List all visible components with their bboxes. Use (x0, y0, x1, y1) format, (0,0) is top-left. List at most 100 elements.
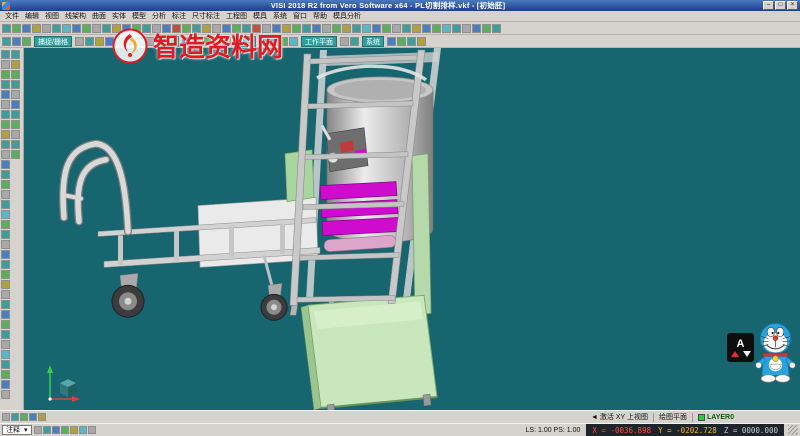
menu-item[interactable]: 尺寸标注 (189, 11, 223, 21)
toolbar-icon[interactable] (102, 24, 111, 33)
toolbar-icon[interactable] (1, 130, 10, 139)
toolbar-icon[interactable] (11, 60, 20, 69)
toolbar-icon[interactable] (22, 37, 31, 46)
toolbar-icon[interactable] (482, 24, 491, 33)
toolbar-icon[interactable] (135, 37, 144, 46)
toolbar-icon[interactable] (22, 24, 31, 33)
toolbar-icon[interactable] (222, 24, 231, 33)
toolbar-icon[interactable] (1, 200, 10, 209)
toolbar-icon[interactable] (1, 110, 10, 119)
toolbar-icon[interactable] (2, 24, 11, 33)
toolbar-icon[interactable] (432, 24, 441, 33)
toolbar-icon[interactable] (1, 270, 10, 279)
toolbar-icon[interactable] (392, 24, 401, 33)
toolbar-icon[interactable] (192, 37, 201, 46)
toolbar-icon[interactable] (11, 150, 20, 159)
toolbar-icon[interactable] (12, 24, 21, 33)
menu-item[interactable]: 编辑 (22, 11, 42, 21)
toolbar-icon[interactable] (269, 37, 278, 46)
toolbar-icon[interactable] (105, 37, 114, 46)
toolbar-icon[interactable] (1, 280, 10, 289)
status-icon[interactable] (79, 426, 87, 434)
toolbar-icon[interactable] (212, 24, 221, 33)
toolbar-icon[interactable] (262, 24, 271, 33)
minimize-button[interactable]: – (763, 1, 774, 10)
toolbar-icon[interactable] (397, 37, 406, 46)
status-icon[interactable] (43, 426, 51, 434)
toolbar-icon[interactable] (492, 24, 501, 33)
status-icon[interactable] (38, 413, 46, 421)
toolbar-icon[interactable] (352, 24, 361, 33)
toolbar-icon[interactable] (125, 37, 134, 46)
toolbar-icon[interactable] (372, 24, 381, 33)
status-icon[interactable] (52, 426, 60, 434)
toolbar-icon[interactable] (292, 24, 301, 33)
toolbar-icon[interactable] (1, 100, 10, 109)
cart-handle[interactable] (63, 144, 128, 232)
status-icon[interactable] (34, 426, 42, 434)
toolbar-icon[interactable] (1, 210, 10, 219)
toolbar-icon[interactable] (272, 24, 281, 33)
toolbar-icon[interactable] (1, 150, 10, 159)
status-icon[interactable] (29, 413, 37, 421)
toolbar-icon[interactable] (252, 24, 261, 33)
toolbar-icon[interactable] (182, 24, 191, 33)
toolbar-icon[interactable] (11, 120, 20, 129)
toolbar-icon[interactable] (1, 180, 10, 189)
toolbar-icon[interactable] (142, 24, 151, 33)
toolbar-icon[interactable] (1, 120, 10, 129)
toolbar-icon[interactable] (75, 37, 84, 46)
menu-item[interactable]: 线架构 (62, 11, 89, 21)
status-icon[interactable] (2, 413, 10, 421)
toolbar-icon[interactable] (282, 24, 291, 33)
toolbar-icon[interactable] (442, 24, 451, 33)
toolbar-icon[interactable] (1, 390, 10, 399)
toolbar-icon[interactable] (11, 130, 20, 139)
toolbar-icon[interactable] (350, 37, 359, 46)
toolbar-icon[interactable] (1, 80, 10, 89)
toolbar-icon[interactable] (407, 37, 416, 46)
view-orientation-widget[interactable]: A (727, 333, 754, 362)
toolbar-icon[interactable] (279, 37, 288, 46)
toolbar-icon[interactable] (1, 300, 10, 309)
menu-item[interactable]: 帮助 (310, 11, 330, 21)
toolbar-icon[interactable] (1, 90, 10, 99)
toolbar-icon[interactable] (412, 24, 421, 33)
toolbar-icon[interactable] (259, 37, 268, 46)
status-icon[interactable] (20, 413, 28, 421)
menu-item[interactable]: 系统 (270, 11, 290, 21)
toolbar-icon[interactable] (402, 24, 411, 33)
toolbar-icon[interactable] (302, 24, 311, 33)
toolbar-icon[interactable] (462, 24, 471, 33)
annotation-select[interactable]: 注释 ▾ (2, 425, 32, 435)
cart-wheel-front[interactable] (112, 273, 144, 317)
toolbar-icon[interactable] (82, 24, 91, 33)
status-icon[interactable] (70, 426, 78, 434)
toolbar-icon[interactable] (1, 330, 10, 339)
toolbar-icon[interactable] (1, 230, 10, 239)
3d-viewport[interactable]: A (24, 48, 800, 410)
toolbar-icon[interactable] (1, 310, 10, 319)
toolbar-icon[interactable] (162, 24, 171, 33)
toolbar-icon[interactable] (1, 290, 10, 299)
toolbar-icon[interactable] (11, 70, 20, 79)
toolbar-icon[interactable] (222, 37, 231, 46)
menu-item[interactable]: 模型 (129, 11, 149, 21)
menu-item[interactable]: 曲面 (89, 11, 109, 21)
toolbar-icon[interactable] (95, 37, 104, 46)
toolbar-icon[interactable] (1, 320, 10, 329)
toolbar-icon[interactable] (122, 24, 131, 33)
toolbar-icon[interactable] (1, 360, 10, 369)
toolbar-icon[interactable] (332, 24, 341, 33)
toolbar-icon[interactable] (1, 370, 10, 379)
toolbar-icon[interactable] (202, 24, 211, 33)
toolbar-icon[interactable] (172, 24, 181, 33)
toolbar-icon[interactable] (1, 160, 10, 169)
toolbar-icon[interactable] (52, 24, 61, 33)
toolbar-icon[interactable] (1, 240, 10, 249)
toolbar-icon[interactable] (2, 37, 11, 46)
toolbar-icon[interactable] (472, 24, 481, 33)
toolbar-icon[interactable] (1, 380, 10, 389)
origin-part[interactable] (60, 379, 76, 397)
menu-item[interactable]: 模具分析 (330, 11, 364, 21)
